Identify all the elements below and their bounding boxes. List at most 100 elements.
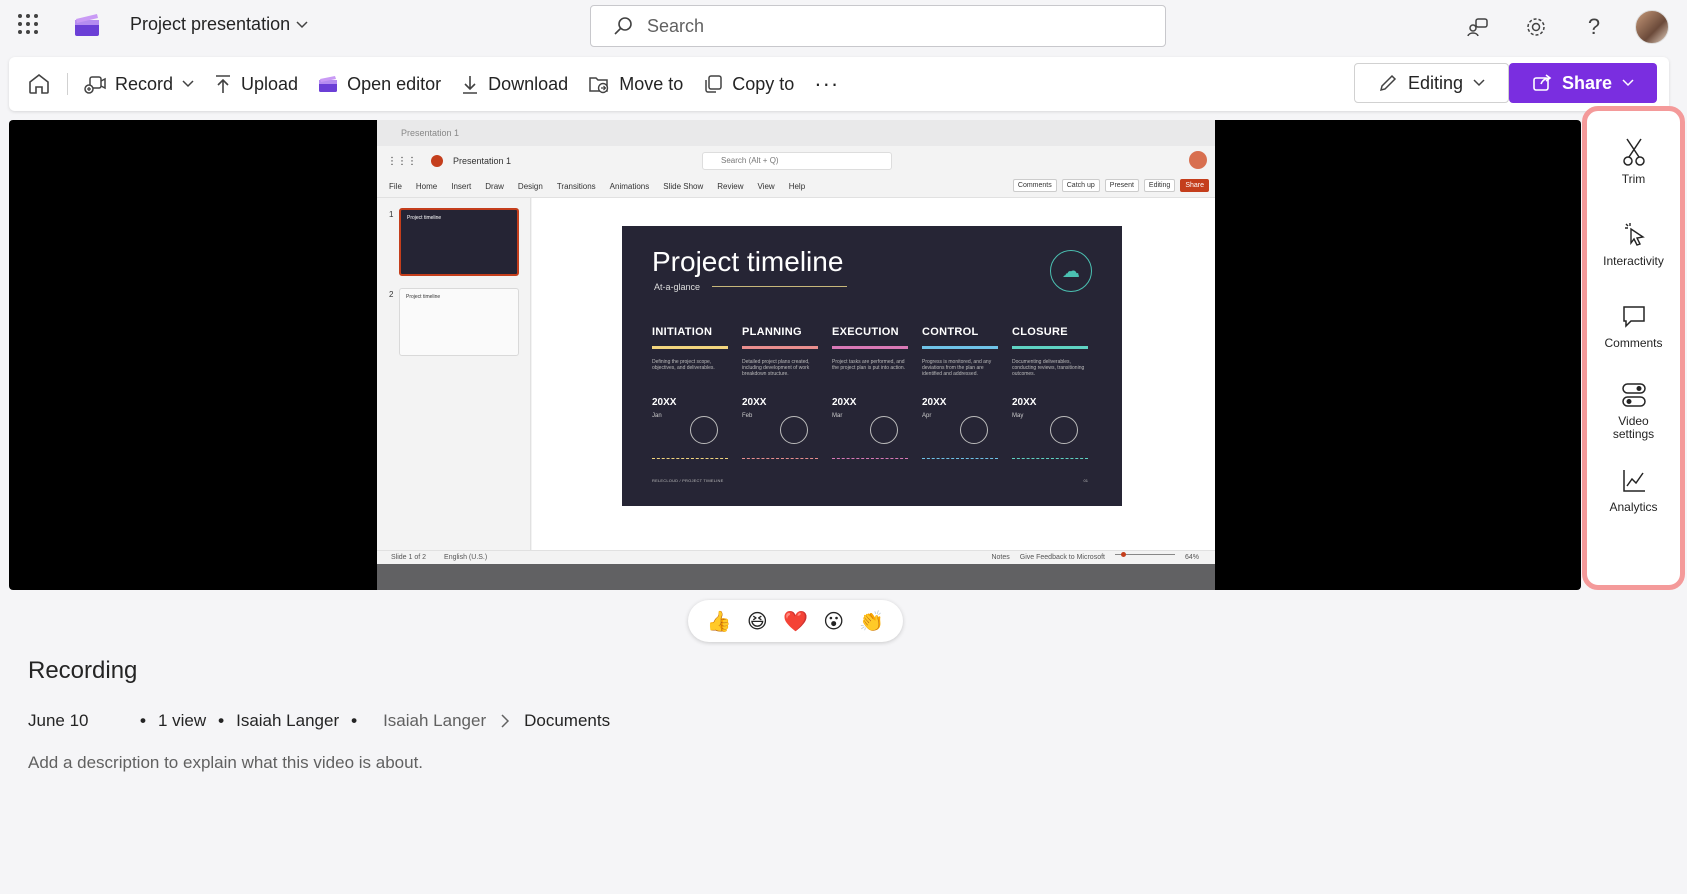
separator-dot: • [351,711,358,730]
thumb-number: 1 [389,210,394,219]
open-editor-button[interactable]: Open editor [308,57,451,111]
video-title[interactable]: Recording [28,657,137,685]
clap-reaction[interactable]: 👏 [858,607,886,635]
settings-gear-icon[interactable] [1507,0,1565,54]
phase-column: INITIATION Defining the project scope, o… [652,326,728,459]
download-label: Download [488,73,569,94]
phase-year: 20XX [832,397,857,408]
heart-reaction[interactable]: ❤️ [781,607,809,635]
upload-button[interactable]: Upload [204,57,308,111]
record-button[interactable]: Record [74,57,204,111]
download-icon [463,76,478,94]
user-avatar[interactable] [1635,10,1669,44]
phase-bar [1012,346,1088,349]
feedback-status: Give Feedback to Microsoft [1019,554,1105,561]
move-to-button[interactable]: Move to [578,57,693,111]
phase-description: Documenting deliverables, conducting rev… [1012,359,1085,377]
record-label: Record [115,73,174,94]
slide-title: Project timeline [652,246,844,277]
phase-description: Project tasks are performed, and the pro… [832,359,906,371]
interactivity-label: Interactivity [1603,254,1664,268]
recorded-menu-item: Slide Show [663,182,704,191]
recorded-menu-item: Draw [485,182,504,191]
command-bar: Record Upload Open editor Download Move … [9,57,1669,111]
recorded-ribbon-tabs: File Home Insert Draw Design Transitions… [377,176,1215,198]
phase-month: May [1012,413,1024,419]
copy-icon [705,75,722,93]
view-count: 1 view [157,711,207,730]
breadcrumb-parent[interactable]: Isaiah Langer [383,711,486,731]
trim-button[interactable]: Trim [1587,137,1680,186]
editing-mode-button[interactable]: Editing [1354,63,1509,103]
more-options-button[interactable]: ··· [804,57,849,111]
top-bar: Project presentation Search ? [0,0,1687,54]
top-right-actions: ? [1449,0,1687,54]
description-field[interactable]: Add a description to explain what this v… [28,753,423,773]
target-icon [960,416,988,444]
laugh-reaction[interactable]: 😆 [743,607,771,635]
document-title[interactable]: Project presentation [130,14,308,35]
divider [67,73,68,95]
phase-bar [742,346,818,349]
thumb-title: Project timeline [406,294,441,300]
recorded-menu-item: Insert [451,182,472,191]
video-tools-panel: Trim Interactivity Comments Video settin… [1582,106,1685,590]
recorded-waffle-icon: ⋮⋮⋮ [387,155,417,167]
clipchamp-icon [319,76,338,92]
phase-dash [1012,458,1088,459]
recorded-workspace: 1 Project timeline 2 Project timeline Pr… [377,198,1215,550]
chevron-down-icon [1622,79,1634,87]
search-box[interactable]: Search [590,5,1166,47]
phase-column: CONTROL Progress is monitored, and any d… [922,326,998,459]
upload-date: June 10 [28,711,89,730]
phase-bar [922,346,998,349]
analytics-label: Analytics [1609,500,1658,514]
comments-button[interactable]: Comments [1587,303,1680,350]
phase-bar [652,346,728,349]
recorded-screen: Presentation 1 ⋮⋮⋮ Presentation 1 Search… [377,120,1215,590]
phase-column: CLOSURE Documenting deliverables, conduc… [1012,326,1088,459]
download-button[interactable]: Download [451,57,578,111]
search-placeholder: Search [647,15,705,36]
recorded-menu-item: Animations [609,182,650,191]
app-launcher-icon[interactable] [18,14,38,34]
video-player[interactable]: Presentation 1 ⋮⋮⋮ Presentation 1 Search… [9,120,1581,590]
breadcrumb-current[interactable]: Documents [524,711,610,731]
chevron-right-icon [501,714,510,728]
record-camera-icon [84,76,106,94]
more-options-icon: ··· [814,71,840,96]
chevron-down-icon [296,20,308,28]
share-button[interactable]: Share [1509,63,1657,103]
surprised-reaction[interactable]: 😮 [820,607,848,635]
chevron-down-icon [182,80,194,88]
phase-year: 20XX [1012,397,1037,408]
recorded-menu-item: Home [415,182,438,191]
document-title-text: Project presentation [130,14,291,34]
thumbs-up-reaction[interactable]: 👍 [705,607,733,635]
slide-thumbnail-2: Project timeline [399,288,519,356]
door-icon [1050,416,1078,444]
analytics-button[interactable]: Analytics [1587,467,1680,514]
recorded-menu-item: Help [788,182,806,191]
phase-column: EXECUTION Project tasks are performed, a… [832,326,908,459]
reactions-bar: 👍 😆 ❤️ 😮 👏 [688,600,903,642]
home-button[interactable] [9,57,61,111]
phase-name: PLANNING [742,326,802,338]
task-icon [870,416,898,444]
feedback-icon[interactable] [1449,0,1507,54]
recorded-header-buttons: Comments Catch up Present Editing Share [1012,179,1209,192]
interactivity-button[interactable]: Interactivity [1587,221,1680,268]
recorded-menu-item: Design [517,182,543,191]
recorded-present-button: Present [1104,179,1139,192]
phase-month: Jan [652,413,662,419]
owner-name[interactable]: Isaiah Langer [236,711,339,731]
stream-logo-icon [75,14,99,36]
phase-name: EXECUTION [832,326,899,338]
copy-to-button[interactable]: Copy to [693,57,804,111]
recorded-avatar [1189,151,1207,169]
phase-name: INITIATION [652,326,713,338]
video-settings-button[interactable]: Video settings [1587,381,1680,441]
phase-month: Feb [742,413,753,419]
recorded-status-bar: Slide 1 of 2 English (U.S.) Notes Give F… [377,550,1215,564]
help-icon[interactable]: ? [1565,0,1623,54]
